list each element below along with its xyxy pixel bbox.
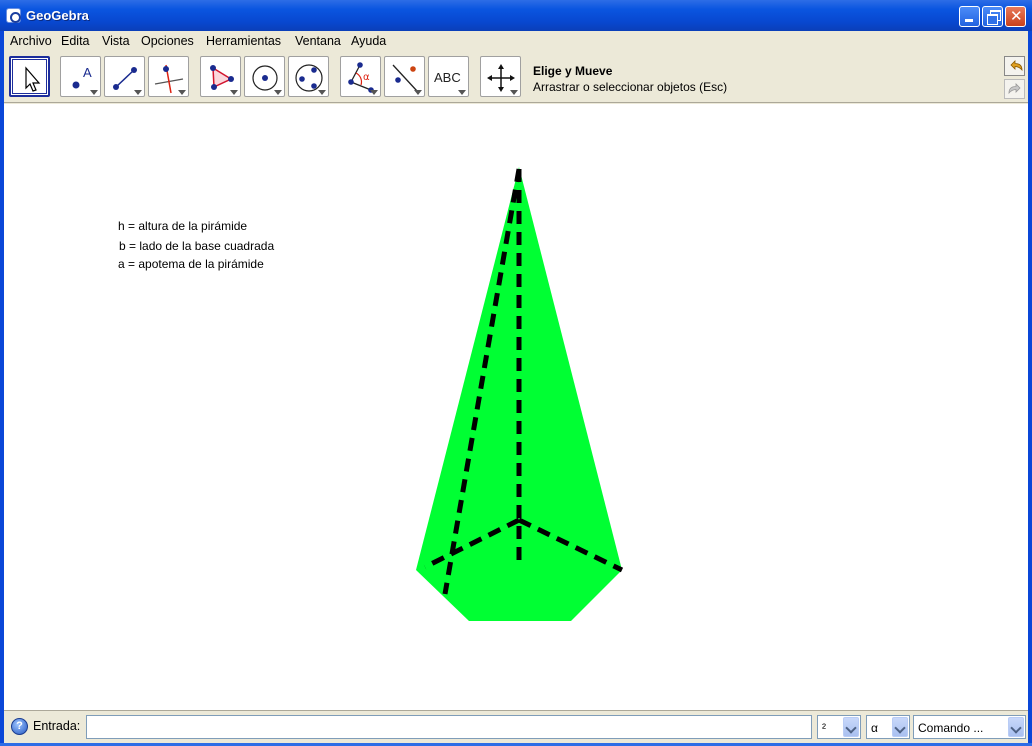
- command-combo-value: Comando ...: [918, 721, 984, 735]
- move-graphics-view-tool-button[interactable]: [480, 56, 521, 97]
- menu-opciones[interactable]: Opciones: [141, 34, 194, 48]
- redo-button[interactable]: [1004, 79, 1025, 99]
- title-bar[interactable]: GeoGebra ✕: [0, 0, 1032, 31]
- toolbar: A α ABC Elige y Mueve Arrastrar o selecc…: [4, 51, 1028, 103]
- chevron-down-icon[interactable]: [892, 717, 908, 737]
- input-bar: ? Entrada: ² α Comando ...: [4, 710, 1028, 743]
- circle-center-tool-button[interactable]: [244, 56, 285, 97]
- greek-combo[interactable]: α: [866, 715, 910, 739]
- input-label: Entrada:: [33, 719, 81, 733]
- command-input[interactable]: [86, 715, 812, 739]
- chevron-down-icon[interactable]: [1008, 717, 1024, 737]
- svg-text:A: A: [83, 65, 92, 80]
- chevron-down-icon: [370, 90, 378, 95]
- graphics-view[interactable]: h = altura de la pirámide b = lado de la…: [4, 104, 1028, 710]
- menu-ventana[interactable]: Ventana: [295, 34, 341, 48]
- application-window: GeoGebra ✕ Archivo Edita Vista Opciones …: [0, 0, 1032, 746]
- maximize-button[interactable]: [982, 6, 1003, 27]
- reflect-tool-button[interactable]: [384, 56, 425, 97]
- cursor-arrow-icon: [25, 66, 41, 92]
- chevron-down-icon: [318, 90, 326, 95]
- undo-button[interactable]: [1004, 56, 1025, 76]
- chevron-down-icon: [414, 90, 422, 95]
- chevron-down-icon: [134, 90, 142, 95]
- geogebra-logo-icon: [6, 8, 21, 23]
- text-tool-button[interactable]: ABC: [428, 56, 469, 97]
- point-tool-button[interactable]: A: [60, 56, 101, 97]
- tool-help-title: Elige y Mueve: [533, 64, 613, 78]
- menu-bar: Archivo Edita Vista Opciones Herramienta…: [4, 31, 1028, 51]
- close-icon: ✕: [1010, 7, 1023, 25]
- command-combo[interactable]: Comando ...: [913, 715, 1026, 739]
- line-tool-button[interactable]: [104, 56, 145, 97]
- chevron-down-icon: [458, 90, 466, 95]
- symbol-combo-value: ²: [822, 721, 826, 735]
- menu-vista[interactable]: Vista: [102, 34, 130, 48]
- tool-help-description: Arrastrar o seleccionar objetos (Esc): [533, 80, 728, 94]
- chevron-down-icon: [510, 90, 518, 95]
- perpendicular-tool-button[interactable]: [148, 56, 189, 97]
- chevron-down-icon: [90, 90, 98, 95]
- greek-combo-value: α: [871, 721, 878, 735]
- angle-tool-button[interactable]: α: [340, 56, 381, 97]
- menu-archivo[interactable]: Archivo: [10, 34, 52, 48]
- chevron-down-icon[interactable]: [843, 717, 859, 737]
- polygon-tool-button[interactable]: [200, 56, 241, 97]
- move-tool-button[interactable]: [9, 56, 50, 97]
- help-icon[interactable]: ?: [11, 718, 28, 735]
- chevron-down-icon: [178, 90, 186, 95]
- svg-text:α: α: [363, 72, 370, 83]
- redo-icon: [1008, 83, 1021, 95]
- minimize-button[interactable]: [959, 6, 980, 27]
- menu-edita[interactable]: Edita: [61, 34, 90, 48]
- text-tool-label: ABC: [434, 70, 461, 85]
- undo-icon: [1010, 60, 1023, 72]
- menu-ayuda[interactable]: Ayuda: [351, 34, 386, 48]
- chevron-down-icon: [274, 90, 282, 95]
- chevron-down-icon: [230, 90, 238, 95]
- client-area: Archivo Edita Vista Opciones Herramienta…: [4, 31, 1028, 743]
- pyramid-drawing: [416, 167, 624, 621]
- window-title: GeoGebra: [26, 8, 89, 23]
- close-button[interactable]: ✕: [1005, 6, 1026, 27]
- menu-herramientas[interactable]: Herramientas: [206, 34, 281, 48]
- circle-three-points-tool-button[interactable]: [288, 56, 329, 97]
- symbol-combo[interactable]: ²: [817, 715, 861, 739]
